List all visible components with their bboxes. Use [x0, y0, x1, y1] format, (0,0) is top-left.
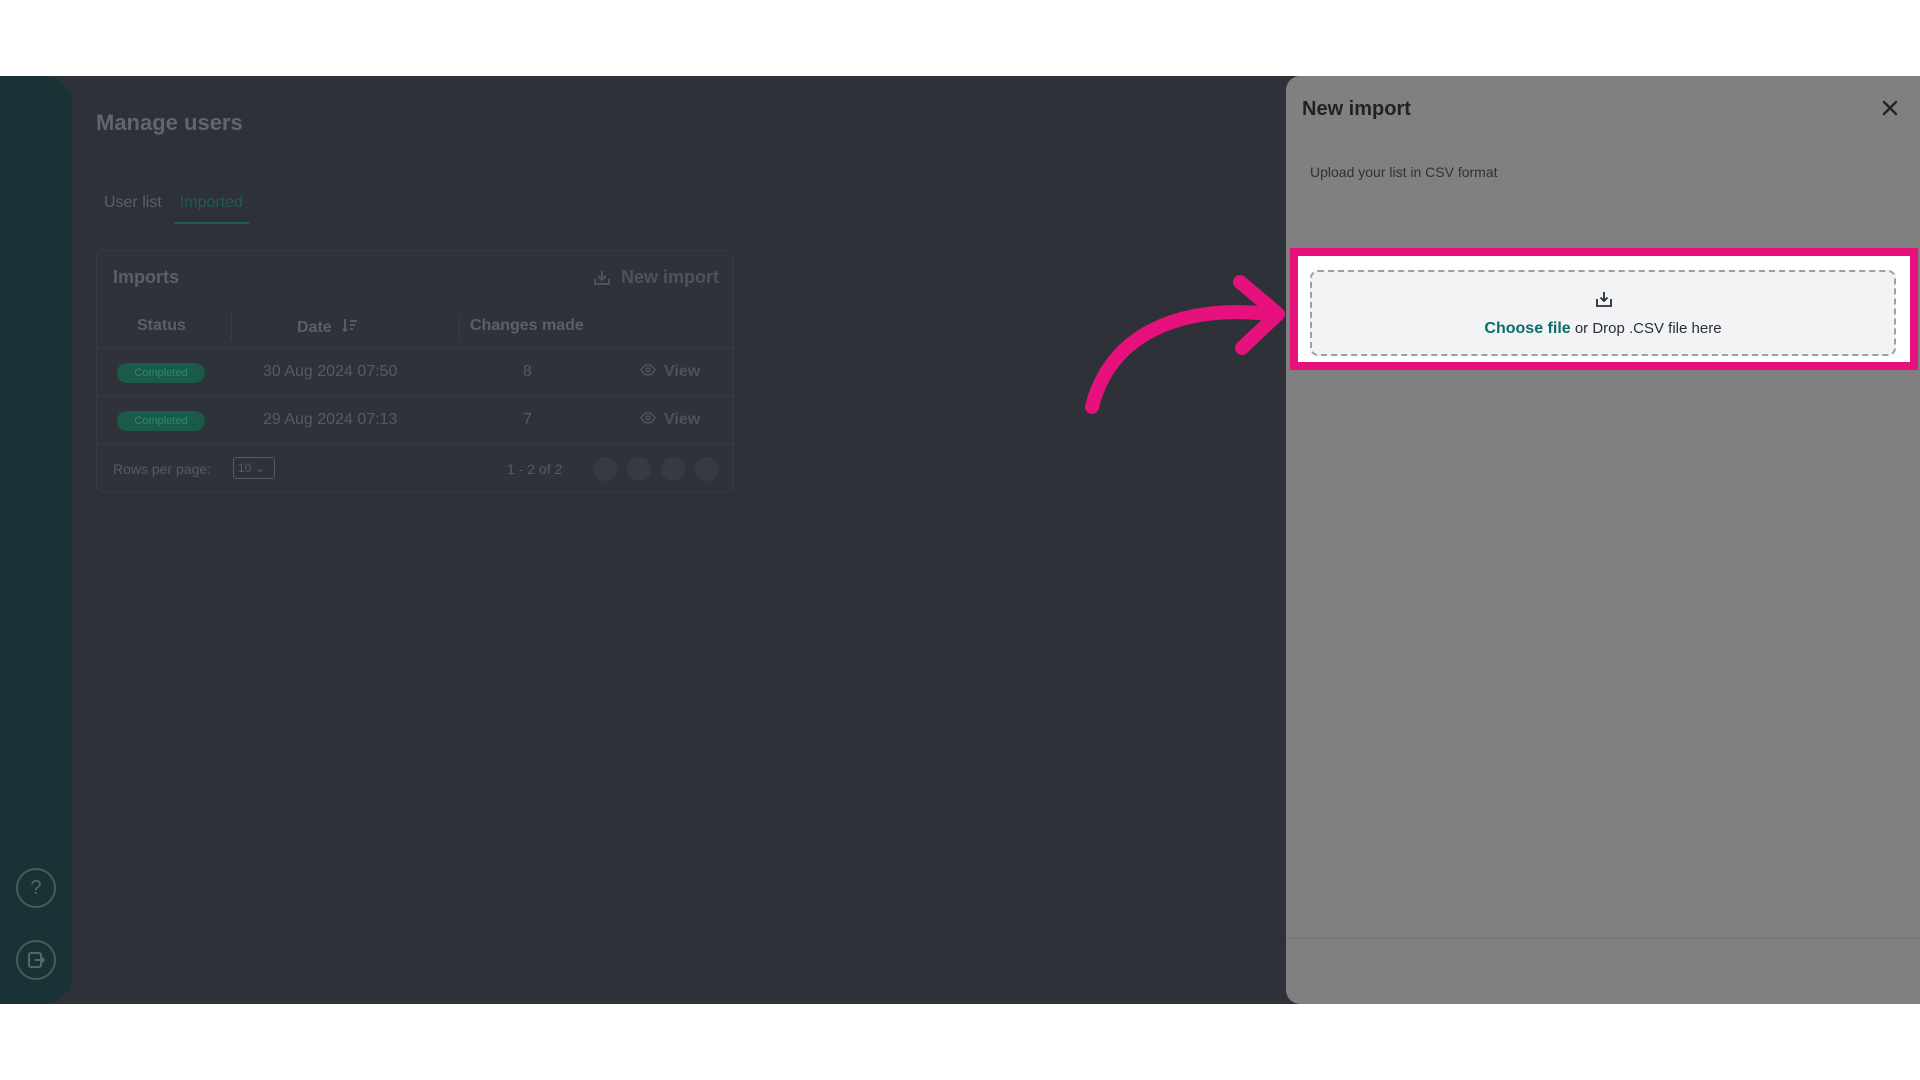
table-row: Completed 29 Aug 2024 07:13 7 View	[97, 397, 735, 445]
date-cell: 29 Aug 2024 07:13	[263, 411, 398, 428]
tab-user-list[interactable]: User list	[98, 194, 168, 224]
changes-cell: 7	[523, 411, 532, 428]
table-row: Completed 30 Aug 2024 07:50 8 View	[97, 349, 735, 397]
column-changes: Changes made	[470, 317, 584, 334]
drawer-title: New import	[1302, 98, 1411, 120]
eye-icon	[640, 411, 656, 429]
page-title: Manage users	[96, 110, 243, 135]
date-cell: 30 Aug 2024 07:50	[263, 363, 398, 380]
chevron-down-icon: ⌄	[254, 461, 265, 475]
first-page-button[interactable]	[593, 457, 617, 481]
tab-imported[interactable]: Imported	[173, 194, 249, 224]
logout-icon[interactable]	[16, 940, 56, 980]
changes-cell: 8	[523, 363, 532, 380]
pagination-controls	[593, 457, 719, 481]
help-icon[interactable]: ?	[16, 868, 56, 908]
close-icon[interactable]	[1878, 96, 1902, 120]
main-content: Manage users User list Imported Imports …	[72, 76, 1286, 1004]
rows-per-page-value: 10	[238, 461, 252, 475]
table-footer: Rows per page: 10 ⌄ 1 - 2 of 2	[97, 445, 735, 493]
dropzone-text: Choose file or Drop .CSV file here	[1312, 320, 1894, 338]
column-status: Status	[137, 317, 186, 334]
new-import-label: New import	[620, 267, 719, 287]
import-icon	[593, 269, 611, 287]
next-page-button[interactable]	[661, 457, 685, 481]
new-import-drawer: New import Upload your list in CSV forma…	[1286, 76, 1920, 1004]
column-divider	[231, 313, 232, 341]
imports-card: Imports New import Status Date Changes m…	[96, 250, 735, 493]
column-date-label: Date	[297, 318, 332, 336]
drop-instruction: or Drop .CSV file here	[1570, 320, 1722, 337]
last-page-button[interactable]	[695, 457, 719, 481]
app-window: ? Manage users User list Imported Import…	[0, 76, 1920, 1004]
rows-per-page-label: Rows per page:	[113, 461, 212, 477]
sidebar: ?	[0, 76, 72, 1004]
eye-icon	[640, 363, 656, 381]
new-import-button[interactable]: New import	[593, 267, 719, 288]
drawer-header: New import	[1286, 76, 1920, 138]
view-label: View	[664, 411, 701, 428]
column-divider	[459, 313, 460, 341]
upload-hint: Upload your list in CSV format	[1310, 164, 1498, 180]
upload-icon	[1595, 290, 1613, 313]
imports-title: Imports	[113, 267, 180, 287]
view-button[interactable]: View	[640, 363, 700, 381]
status-badge: Completed	[117, 411, 205, 431]
annotation-arrow	[1085, 275, 1285, 414]
tab-bar: User list Imported	[98, 194, 249, 224]
pagination-range: 1 - 2 of 2	[507, 461, 563, 477]
choose-file-link[interactable]: Choose file	[1484, 320, 1570, 337]
drawer-footer-divider	[1286, 938, 1920, 939]
status-badge: Completed	[117, 363, 205, 383]
view-button[interactable]: View	[640, 411, 700, 429]
previous-page-button[interactable]	[627, 457, 651, 481]
table-header: Status Date Changes made	[97, 303, 735, 349]
sort-icon[interactable]	[342, 317, 358, 338]
view-label: View	[664, 363, 701, 380]
column-date[interactable]: Date	[297, 317, 358, 338]
file-dropzone[interactable]: Choose file or Drop .CSV file here	[1310, 270, 1896, 356]
rows-per-page-select[interactable]: 10 ⌄	[233, 457, 275, 479]
